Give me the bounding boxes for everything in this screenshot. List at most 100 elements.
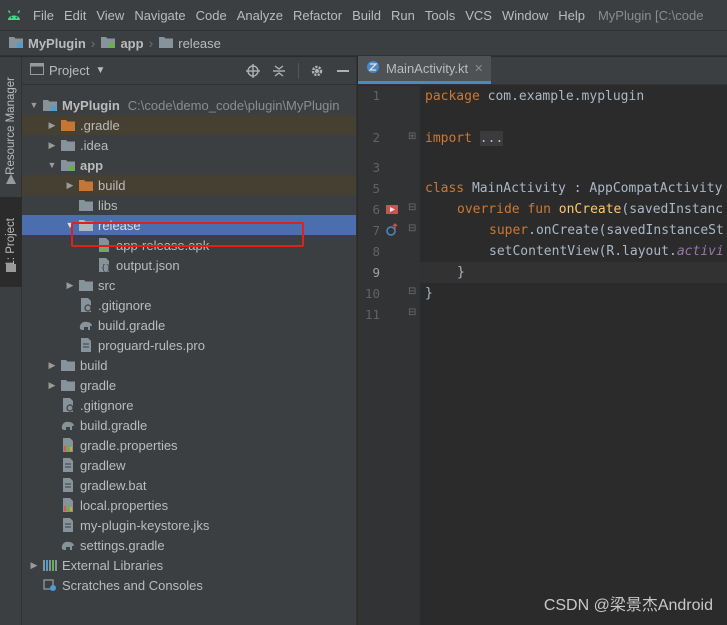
code-line: import ... [425, 131, 504, 146]
tree-item-proguard-rules[interactable]: proguard-rules.pro [22, 335, 356, 355]
menu-tools[interactable]: Tools [420, 8, 460, 23]
tree-item-external-libraries[interactable]: ▶ External Libraries [22, 555, 356, 575]
code-area[interactable]: package com.example.myplugin import ... … [420, 86, 727, 625]
tree-item-myplugin[interactable]: ▼ MyPlugin C:\code\demo_code\plugin\MyPl… [22, 95, 356, 115]
tree-item-local-properties[interactable]: local.properties [22, 495, 356, 515]
expanded-arrow-icon[interactable]: ▼ [64, 220, 76, 230]
libraries-icon [42, 557, 58, 573]
text-file-icon [60, 517, 76, 533]
code-line: package com.example.myplugin [425, 89, 645, 104]
collapsed-arrow-icon[interactable]: ▶ [64, 180, 76, 191]
menu-refactor[interactable]: Refactor [288, 8, 347, 23]
tree-item-keystore[interactable]: my-plugin-keystore.jks [22, 515, 356, 535]
tab-label: MainActivity.kt [386, 61, 469, 76]
tree-item-dot-idea[interactable]: ▶ .idea [22, 135, 356, 155]
project-panel-title[interactable]: Project [49, 63, 89, 78]
fold-icon[interactable]: ⊟ [408, 202, 416, 213]
fold-icon[interactable]: ⊟ [408, 223, 416, 234]
menu-navigate[interactable]: Navigate [129, 8, 190, 23]
resource-manager-icon [0, 168, 22, 190]
folder-icon [60, 357, 76, 373]
menu-analyze[interactable]: Analyze [232, 8, 288, 23]
tree-item-gradlew-bat[interactable]: gradlew.bat [22, 475, 356, 495]
module-folder-icon [8, 35, 24, 52]
close-icon[interactable]: ✕ [474, 62, 483, 75]
json-file-icon: {} [96, 257, 112, 273]
watermark: CSDN @梁景杰Android [543, 597, 713, 614]
ignore-file-icon [78, 297, 94, 313]
line-number: 10 [364, 286, 380, 301]
menu-file[interactable]: File [28, 8, 59, 23]
breadcrumb-item-app[interactable]: app [100, 35, 144, 52]
collapsed-arrow-icon[interactable]: ▶ [64, 280, 76, 291]
menu-vcs[interactable]: VCS [460, 8, 497, 23]
ignore-file-icon [60, 397, 76, 413]
menu-code[interactable]: Code [191, 8, 232, 23]
tree-item-gradlew[interactable]: gradlew [22, 455, 356, 475]
folded-imports[interactable]: ... [479, 131, 504, 146]
project-panel-header: Project ▼ [22, 57, 356, 85]
code-line: } [457, 265, 465, 280]
menu-build[interactable]: Build [347, 8, 386, 23]
gradle-elephant-icon [78, 317, 94, 333]
tree-item-release[interactable]: ▼ release [22, 215, 356, 235]
tree-item-settings-gradle[interactable]: settings.gradle [22, 535, 356, 555]
fold-icon[interactable]: ⊞ [408, 131, 416, 142]
line-number: 11 [364, 307, 380, 322]
tree-item-scratches[interactable]: Scratches and Consoles [22, 575, 356, 595]
folder-icon [158, 35, 174, 52]
project-panel: Project ▼ ▼ MyPlugin C:\code\demo_code\p… [22, 57, 357, 625]
menu-edit[interactable]: Edit [59, 8, 91, 23]
gear-icon[interactable] [304, 57, 330, 85]
fold-icon[interactable]: ⊟ [408, 286, 416, 297]
menu-help[interactable]: Help [553, 8, 590, 23]
chevron-down-icon[interactable]: ▼ [95, 65, 105, 76]
menu-run[interactable]: Run [386, 8, 420, 23]
text-file-icon [60, 477, 76, 493]
tree-item-build-gradle[interactable]: build.gradle [22, 415, 356, 435]
tree-item-output-json[interactable]: {} output.json [22, 255, 356, 275]
tree-item-app-build-gradle[interactable]: build.gradle [22, 315, 356, 335]
line-number: 7 [372, 223, 380, 238]
line-number: 5 [372, 181, 380, 196]
code-line: } [425, 286, 433, 301]
tree-item-app-release-apk[interactable]: app-release.apk [22, 235, 356, 255]
menu-view[interactable]: View [91, 8, 129, 23]
menu-bar: File Edit View Navigate Code Analyze Ref… [0, 0, 727, 30]
resource-manager-label: Resource Manager [5, 77, 17, 175]
collapsed-arrow-icon[interactable]: ▶ [46, 380, 58, 391]
line-number: 3 [372, 160, 380, 175]
tree-item-app-build[interactable]: ▶ build [22, 175, 356, 195]
line-number: 9 [372, 265, 380, 280]
tree-item-src[interactable]: ▶ src [22, 275, 356, 295]
breadcrumb-item-myplugin[interactable]: MyPlugin [8, 35, 86, 52]
collapsed-arrow-icon[interactable]: ▶ [28, 560, 40, 571]
breadcrumb-item-release[interactable]: release [158, 35, 221, 52]
collapse-all-icon[interactable] [266, 57, 292, 85]
minimize-icon[interactable] [330, 57, 356, 85]
collapsed-arrow-icon[interactable]: ▶ [46, 360, 58, 371]
tree-item-app[interactable]: ▼ app [22, 155, 356, 175]
tree-item-gitignore[interactable]: .gitignore [22, 395, 356, 415]
tree-item-gradle-properties[interactable]: gradle.properties [22, 435, 356, 455]
expanded-arrow-icon[interactable]: ▼ [28, 100, 40, 110]
folder-orange-icon [78, 177, 94, 193]
tab-mainactivity[interactable]: MainActivity.kt ✕ [358, 56, 492, 84]
folder-icon [78, 217, 94, 233]
fold-icon[interactable]: ⊟ [408, 307, 416, 318]
code-line: setContentView(R.layout.activi [489, 244, 724, 259]
tree-item-app-gitignore[interactable]: .gitignore [22, 295, 356, 315]
locate-icon[interactable] [240, 57, 266, 85]
project-header-tools [240, 57, 356, 85]
menu-window[interactable]: Window [497, 8, 553, 23]
tree-item-dot-gradle[interactable]: ▶ .gradle [22, 115, 356, 135]
run-gutter-icon[interactable] [385, 202, 399, 219]
expanded-arrow-icon[interactable]: ▼ [46, 160, 58, 170]
collapsed-arrow-icon[interactable]: ▶ [46, 120, 58, 131]
tree-item-build[interactable]: ▶ build [22, 355, 356, 375]
tree-item-gradle[interactable]: ▶ gradle [22, 375, 356, 395]
override-gutter-icon[interactable] [385, 223, 399, 240]
tree-item-libs[interactable]: libs [22, 195, 356, 215]
collapsed-arrow-icon[interactable]: ▶ [46, 140, 58, 151]
svg-text:{}: {} [101, 263, 111, 272]
